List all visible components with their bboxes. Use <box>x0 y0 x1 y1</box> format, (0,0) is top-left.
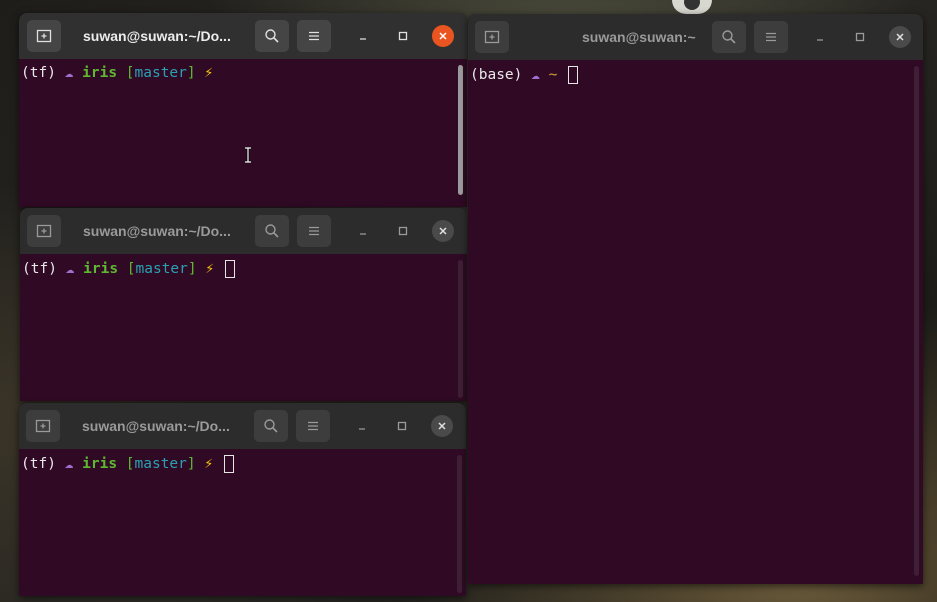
search-button[interactable] <box>255 215 289 247</box>
search-icon <box>264 419 278 433</box>
prompt-branch-close: ] <box>186 65 196 81</box>
minimize-button[interactable] <box>351 415 373 437</box>
terminal-content[interactable]: (tf) ☁ iris [master] ⚡ <box>19 449 466 596</box>
terminal-window-bottom-left[interactable]: suwan@suwan:~/Do... (tf) ☁ iris [master]… <box>19 403 466 596</box>
maximize-button[interactable] <box>391 415 413 437</box>
search-icon <box>722 30 736 44</box>
new-tab-icon <box>36 224 52 238</box>
prompt-branch: master <box>134 456 187 472</box>
new-tab-icon <box>35 419 51 433</box>
new-tab-icon <box>36 29 52 43</box>
terminal-content[interactable]: (tf) ☁ iris [master] ⚡ <box>20 254 467 401</box>
minimize-icon <box>360 233 366 235</box>
terminal-window-top-left[interactable]: suwan@suwan:~/Do... (tf) ☁ iris [master]… <box>19 13 467 207</box>
terminal-content[interactable]: (base) ☁ ~ <box>468 60 923 584</box>
prompt-env: (tf) <box>21 456 56 472</box>
bolt-icon: ⚡ <box>205 261 215 277</box>
search-button[interactable] <box>254 410 288 442</box>
bolt-icon: ⚡ <box>204 65 214 81</box>
bolt-icon: ⚡ <box>204 456 214 472</box>
maximize-icon <box>398 31 408 41</box>
minimize-button[interactable] <box>352 220 374 242</box>
maximize-button[interactable] <box>392 220 414 242</box>
prompt-env: (tf) <box>21 65 56 81</box>
search-button[interactable] <box>255 20 289 52</box>
minimize-icon <box>359 428 365 430</box>
scrollbar[interactable] <box>914 66 919 576</box>
menu-button[interactable] <box>754 21 788 53</box>
cloud-icon: ☁ <box>64 456 74 472</box>
menu-button[interactable] <box>297 20 331 52</box>
text-cursor <box>223 455 234 473</box>
search-icon <box>265 224 279 238</box>
hamburger-menu-icon <box>309 31 319 41</box>
prompt-branch-open: [ <box>125 456 135 472</box>
maximize-icon <box>397 421 407 431</box>
terminal-content[interactable]: (tf) ☁ iris [master] ⚡ <box>19 59 467 207</box>
titlebar[interactable]: suwan@suwan:~/Do... <box>20 208 467 254</box>
search-button[interactable] <box>712 21 746 53</box>
minimize-button[interactable] <box>352 25 374 47</box>
text-cursor <box>224 260 235 278</box>
menu-button[interactable] <box>296 410 330 442</box>
desktop-wallpaper-detail <box>672 0 712 14</box>
close-button[interactable] <box>431 415 453 437</box>
close-button[interactable] <box>889 26 911 48</box>
minimize-icon <box>360 38 366 40</box>
new-tab-button[interactable] <box>27 215 61 247</box>
prompt-branch-close: ] <box>187 261 197 277</box>
cloud-icon: ☁ <box>64 65 74 81</box>
prompt-env: (base) <box>470 67 523 83</box>
prompt-directory: ~ <box>548 67 558 83</box>
minimize-icon <box>817 39 823 41</box>
window-title: suwan@suwan:~/Do... <box>83 223 231 239</box>
mouse-ibeam-cursor-icon <box>244 146 252 164</box>
maximize-button[interactable] <box>849 26 871 48</box>
window-title: suwan@suwan:~/Do... <box>83 28 231 44</box>
menu-button[interactable] <box>297 215 331 247</box>
prompt-branch-open: [ <box>125 65 135 81</box>
prompt-env: (tf) <box>22 261 57 277</box>
scrollbar[interactable] <box>457 455 462 593</box>
text-cursor <box>568 66 579 84</box>
prompt-branch: master <box>135 261 188 277</box>
scrollbar[interactable] <box>458 65 463 195</box>
cloud-icon: ☁ <box>531 67 540 83</box>
prompt-directory: iris <box>82 456 118 472</box>
close-button[interactable] <box>432 220 454 242</box>
terminal-window-middle-left[interactable]: suwan@suwan:~/Do... (tf) ☁ iris [master]… <box>20 208 467 401</box>
titlebar[interactable]: suwan@suwan:~ <box>468 14 923 60</box>
prompt-branch-close: ] <box>186 456 196 472</box>
prompt-directory: iris <box>83 261 119 277</box>
window-title: suwan@suwan:~ <box>582 29 696 45</box>
cloud-icon: ☁ <box>65 261 75 277</box>
close-icon <box>896 33 904 41</box>
maximize-icon <box>398 226 408 236</box>
titlebar[interactable]: suwan@suwan:~/Do... <box>19 403 466 449</box>
terminal-window-right[interactable]: suwan@suwan:~ (base) ☁ ~ <box>468 14 923 584</box>
window-title: suwan@suwan:~/Do... <box>82 418 230 434</box>
minimize-button[interactable] <box>809 26 831 48</box>
hamburger-menu-icon <box>766 32 776 42</box>
hamburger-menu-icon <box>309 226 319 236</box>
hamburger-menu-icon <box>308 421 318 431</box>
close-icon <box>438 422 446 430</box>
close-icon <box>439 32 447 40</box>
prompt-branch-open: [ <box>126 261 136 277</box>
prompt-directory: iris <box>82 65 118 81</box>
new-tab-button[interactable] <box>27 20 61 52</box>
maximize-button[interactable] <box>392 25 414 47</box>
new-tab-button[interactable] <box>26 410 60 442</box>
close-button[interactable] <box>432 25 454 47</box>
prompt-branch: master <box>134 65 187 81</box>
new-tab-button[interactable] <box>475 21 509 53</box>
scrollbar[interactable] <box>458 260 463 398</box>
close-icon <box>439 227 447 235</box>
new-tab-icon <box>484 30 500 44</box>
titlebar[interactable]: suwan@suwan:~/Do... <box>19 13 467 59</box>
search-icon <box>265 29 279 43</box>
maximize-icon <box>855 32 865 42</box>
